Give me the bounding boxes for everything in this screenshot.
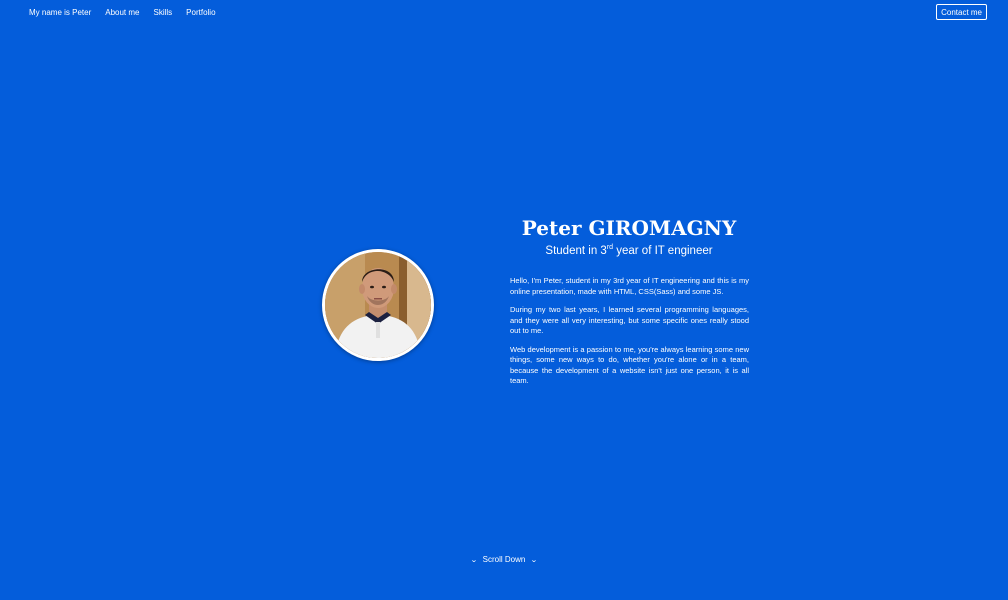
nav-link-skills[interactable]: Skills	[154, 8, 173, 17]
page: My name is Peter About me Skills Portfol…	[0, 0, 1008, 600]
chevron-down-icon: ⌄	[469, 557, 478, 564]
scroll-down-link[interactable]: ⌄ Scroll Down ⌄	[0, 555, 1008, 566]
navbar: My name is Peter About me Skills Portfol…	[0, 0, 1008, 26]
subtitle-prefix: Student in 3	[545, 245, 607, 257]
nav-links: My name is Peter About me Skills Portfol…	[29, 8, 230, 17]
contact-button[interactable]: Contact me	[936, 4, 987, 20]
page-title: Peter GIROMAGNY	[521, 216, 737, 240]
bio: Hello, I'm Peter, student in my 3rd year…	[510, 276, 749, 395]
avatar	[322, 249, 434, 361]
nav-link-home[interactable]: My name is Peter	[29, 8, 91, 17]
scroll-down-label: Scroll Down	[482, 555, 526, 564]
nav-link-about[interactable]: About me	[105, 8, 139, 17]
subtitle: Student in 3rd year of IT engineer	[500, 243, 758, 259]
profile-photo	[325, 252, 431, 358]
chevron-down-icon: ⌄	[530, 557, 539, 564]
bio-paragraph-2: During my two last years, I learned seve…	[510, 305, 749, 335]
bio-paragraph-3: Web development is a passion to me, you'…	[510, 344, 749, 386]
nav-link-portfolio[interactable]: Portfolio	[186, 8, 215, 17]
subtitle-suffix: year of IT engineer	[613, 245, 713, 257]
bio-paragraph-1: Hello, I'm Peter, student in my 3rd year…	[510, 276, 749, 296]
